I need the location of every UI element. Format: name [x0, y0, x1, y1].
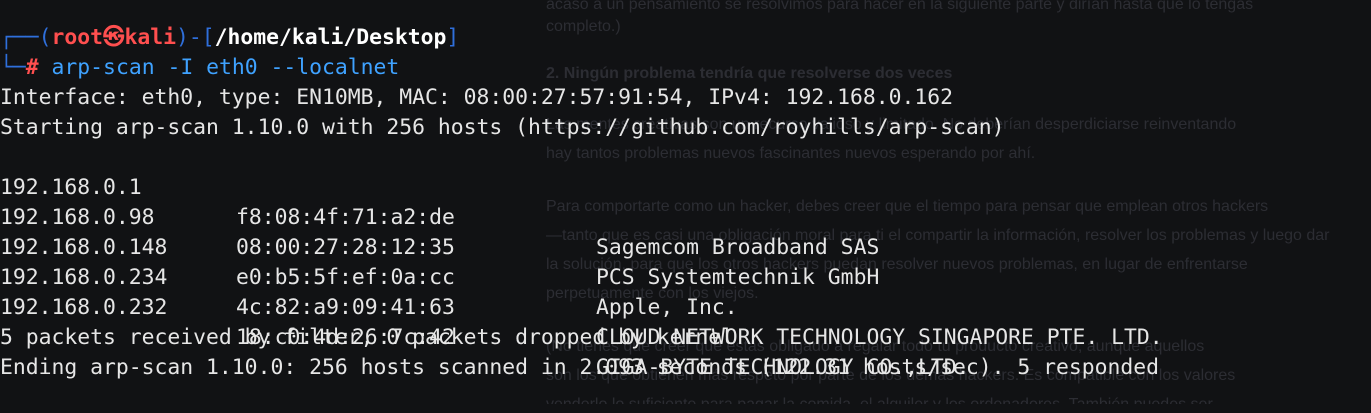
host-ip: 192.168.0.232 — [0, 295, 168, 320]
packets-summary-line: 5 packets received by filter, 0 packets … — [0, 325, 735, 350]
command-text[interactable]: arp-scan -I eth0 --localnet — [52, 55, 400, 80]
host-row: 192.168.0.234 4c:82:a9:09:41:63 CLOUD NE… — [0, 233, 1371, 350]
terminal-output[interactable]: ┌──(root㉿kali)-[/home/kali/Desktop] └─# … — [0, 0, 1371, 404]
host-row: 192.168.0.1 f8:08:4f:71:a2:de Sagemcom B… — [0, 143, 1371, 260]
host-row: 192.168.0.148 e0:b5:5f:ef:0a:cc Apple, I… — [0, 203, 1371, 320]
interface-info-line: Interface: eth0, type: EN10MB, MAC: 08:0… — [0, 85, 953, 110]
prompt-user: root — [51, 25, 104, 50]
host-row: 192.168.0.232 18:c0:4d:26:7c:42 GIGA-BYT… — [0, 263, 1371, 380]
root-prompt-symbol: # — [25, 55, 39, 80]
scan-start-line: Starting arp-scan 1.10.0 with 256 hosts … — [0, 115, 1005, 140]
prompt-path: /home/kali/Desktop — [214, 25, 447, 50]
host-row: 192.168.0.98 08:00:27:28:12:35 PCS Syste… — [0, 173, 1371, 290]
host-vendor: Apple, Inc. — [596, 295, 738, 320]
prompt-line-top: ┌──(root㉿kali)-[/home/kali/Desktop] — [0, 23, 459, 53]
prompt-corner-bottom: └─ — [0, 55, 26, 80]
at-symbol-icon: ㉿ — [103, 25, 125, 50]
prompt-line-command: └─# arp-scan -I eth0 --localnet — [0, 53, 399, 83]
host-mac: 4c:82:a9:09:41:63 — [236, 295, 455, 320]
prompt-host: kali — [124, 25, 176, 50]
prompt-separator: )-[ — [175, 25, 215, 50]
scan-end-line: Ending arp-scan 1.10.0: 256 hosts scanne… — [0, 355, 1160, 380]
prompt-bracket-end: ] — [446, 25, 460, 50]
prompt-corner-top: ┌──( — [0, 25, 52, 50]
